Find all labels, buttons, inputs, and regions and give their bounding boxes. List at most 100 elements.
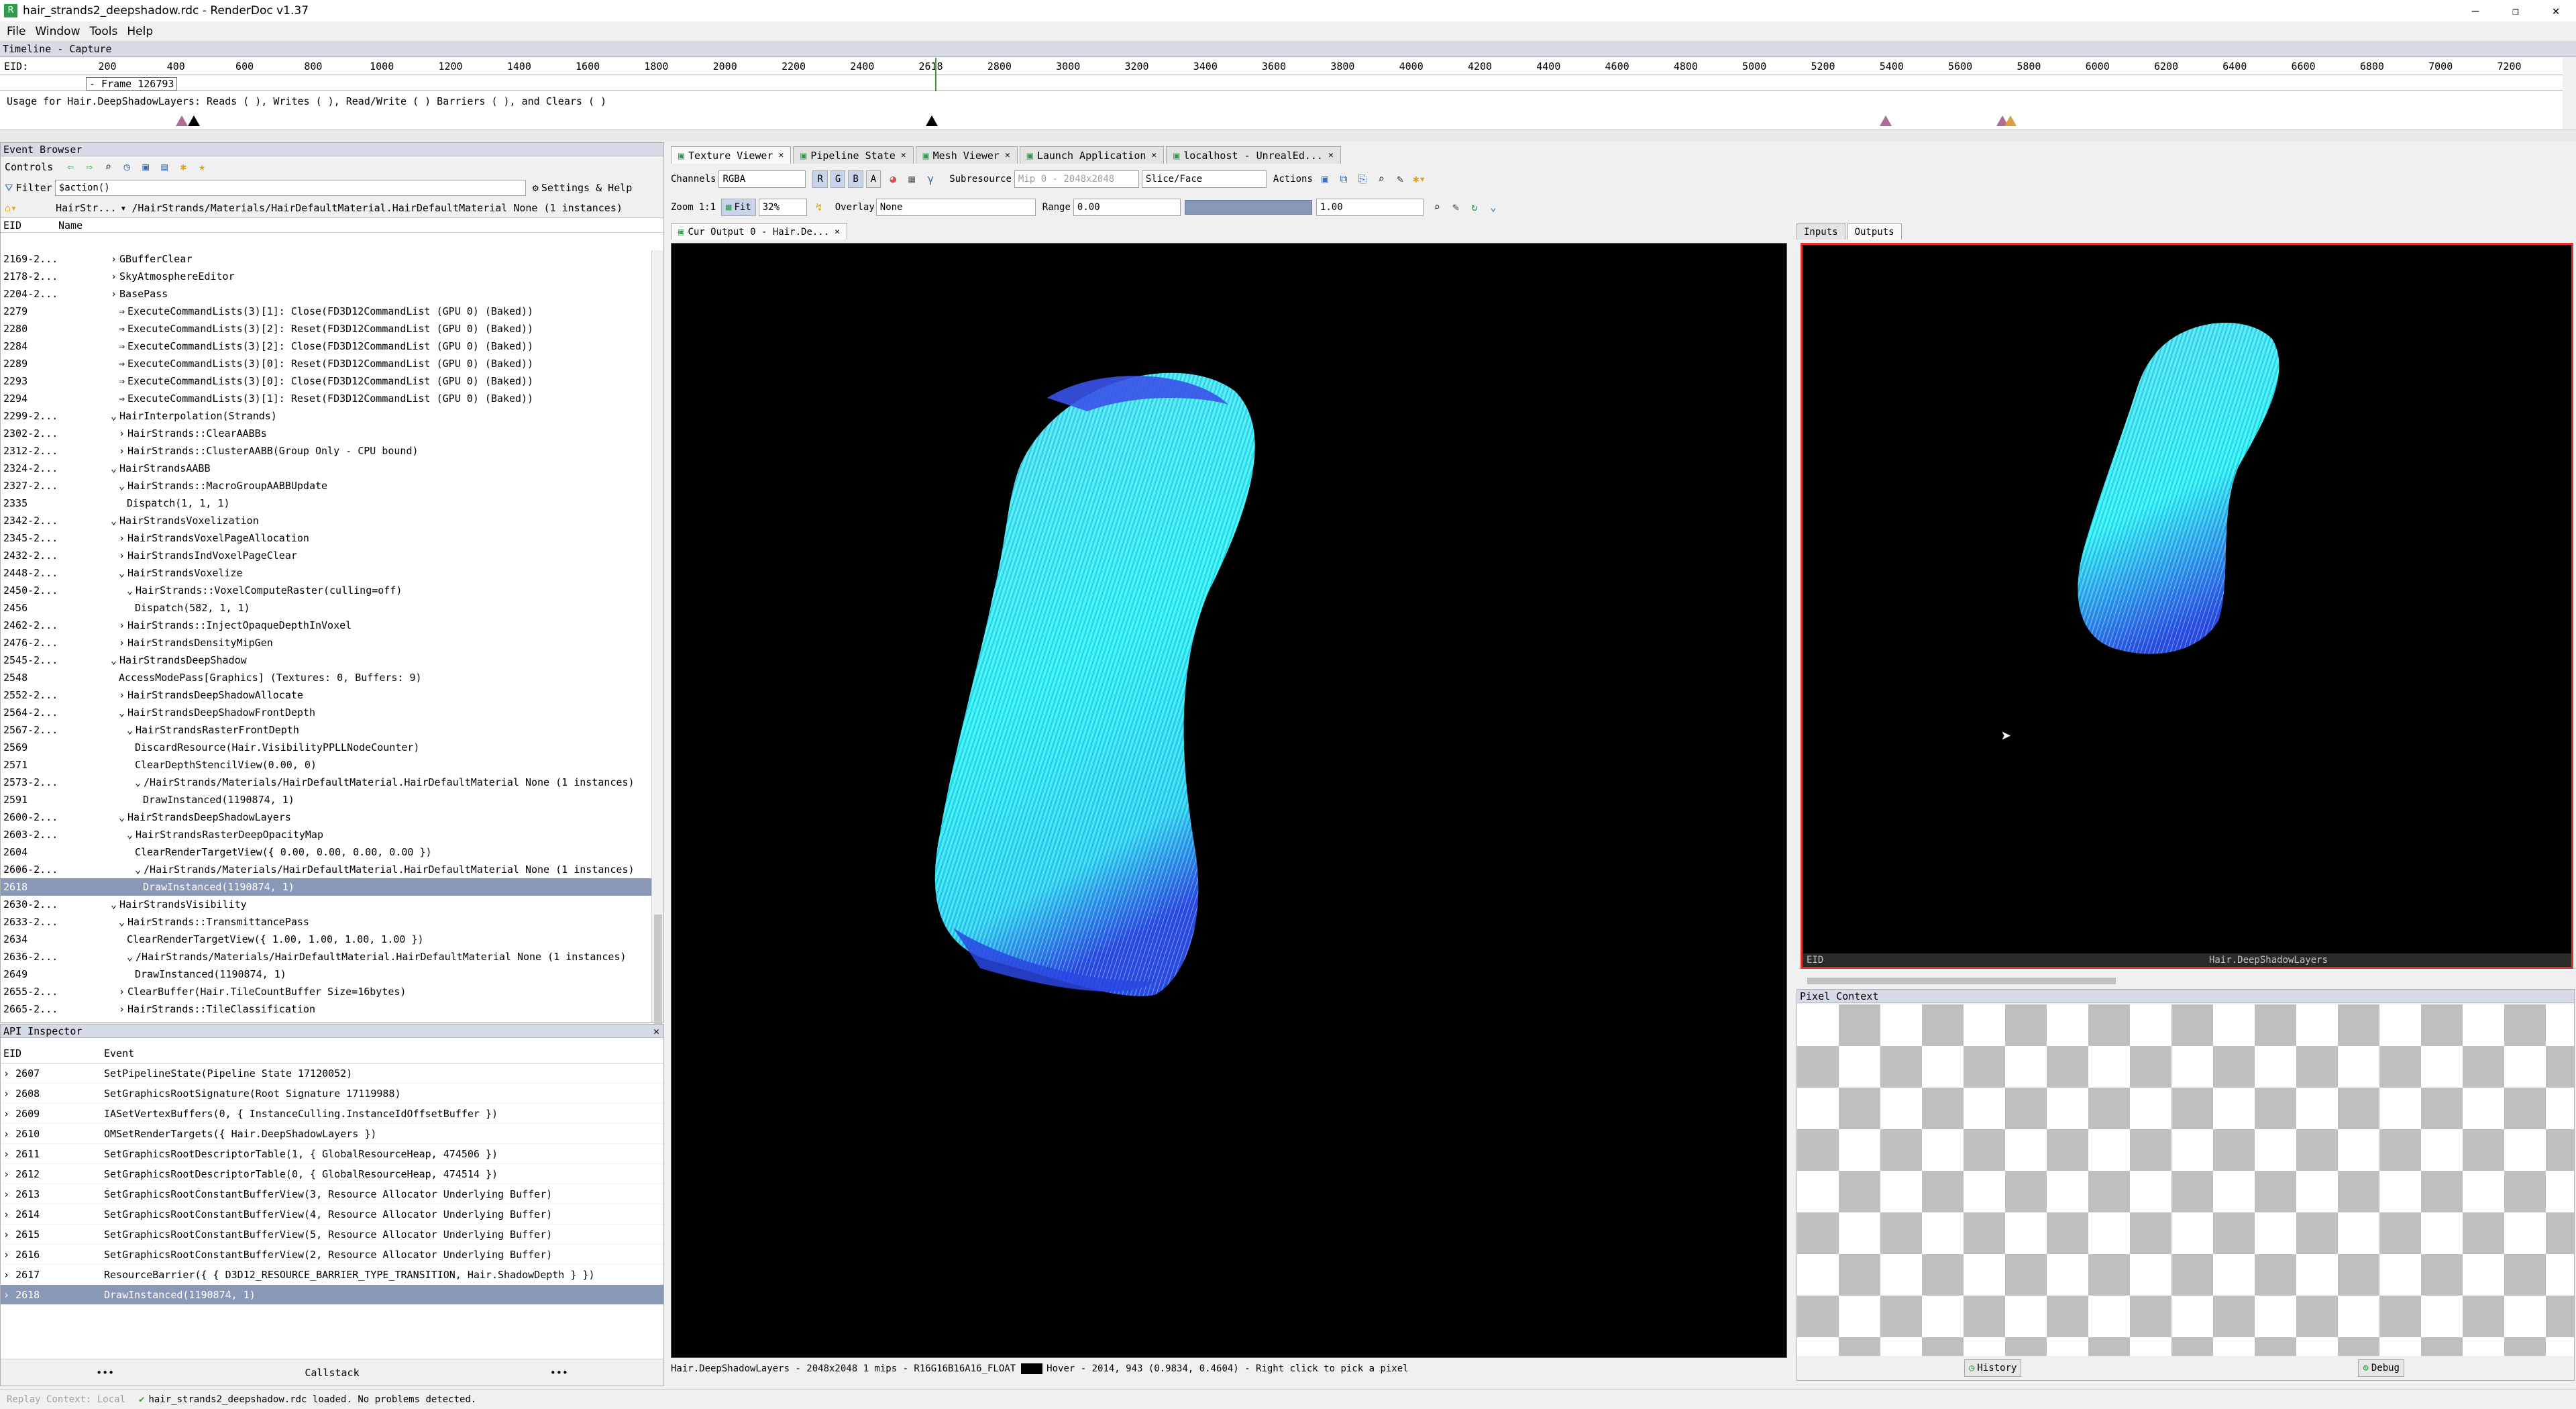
expand-chevron-icon[interactable]: › [3,1208,15,1220]
event-row[interactable]: 2462-2... › HairStrands::InjectOpaqueDepth… [1,617,651,634]
tab-cur-output[interactable]: ▣ Cur Output 0 - Hair.De... ✕ [671,223,847,240]
expand-chevron-icon[interactable]: › [3,1269,15,1281]
find-icon[interactable]: ⌕ [102,161,114,173]
timeline-ruler[interactable]: EID: 200 400 600 800 1000 1200 1400 1600 1800 200… [0,58,2563,75]
event-row[interactable]: 2299-2... ⌄ HairInterpolation(Strands) [1,407,651,425]
event-row[interactable]: 2665-2... › HairStrands::TileClassificatio… [1,1000,651,1018]
range-max-input[interactable]: 1.00 [1316,199,1424,216]
expand-chevron-icon[interactable]: ⌄ [111,410,117,422]
event-row[interactable]: 2634 ClearRenderTargetView({ 1.00, 1.00, … [1,931,651,948]
api-row[interactable]: › 2616 SetGraphicsRootConstantBufferView(… [1,1245,663,1265]
expand-chevron-icon[interactable]: ⌄ [135,776,141,788]
pick-icon[interactable]: ✎ [1394,173,1406,185]
reset-range-icon[interactable]: ↻ [1468,201,1481,213]
range-slider[interactable] [1184,200,1312,215]
export-icon[interactable]: ▤ [158,161,170,173]
event-row[interactable]: 2571 ClearDepthStencilView(0.00, 0) [1,756,651,774]
menu-tools[interactable]: Tools [89,25,117,38]
api-row[interactable]: › 2612 SetGraphicsRootDescriptorTable(0, … [1,1164,663,1184]
expand-chevron-icon[interactable]: › [3,1289,15,1301]
minimize-button[interactable]: – [2455,4,2496,18]
scrollbar-thumb[interactable] [1807,978,2116,984]
tab-pipeline-state[interactable]: ▣ Pipeline State ✕ [793,146,914,164]
gamma-icon[interactable]: γ [924,173,936,185]
view-icon[interactable]: ⌕ [1375,173,1387,185]
channels-select[interactable]: RGBA [718,170,806,188]
color-picker-icon[interactable]: ◕ [887,173,899,185]
tab-launch-application[interactable]: ▣ Launch Application ✕ [1019,146,1165,164]
event-row[interactable]: 2604 ClearRenderTargetView({ 0.00, 0.00, … [1,843,651,861]
checkerboard-icon[interactable]: ▦ [906,173,918,185]
expand-chevron-icon[interactable]: › [3,1249,15,1261]
breadcrumb-current[interactable]: /HairStrands/Materials/HairDefaultMateri… [131,202,623,214]
expand-chevron-icon[interactable]: ⌄ [119,480,125,492]
event-row[interactable]: 2448-2... ⌄ HairStrandsVoxelize [1,564,651,582]
close-icon[interactable]: ✕ [1005,150,1010,160]
settings-gear-icon[interactable]: ✱ [177,161,189,173]
output-thumbnail[interactable]: ➤ EID Hair.DeepShadowLayers [1801,243,2573,969]
event-row[interactable]: 2636-2... ⌄/HairStrands/Materials/HairDef… [1,948,651,966]
expand-chevron-icon[interactable]: ⌄ [111,515,117,527]
api-row[interactable]: › 2615 SetGraphicsRootConstantBufferView(… [1,1224,663,1245]
bookmark-icon[interactable]: ▣ [140,161,152,173]
collapse-left-handle[interactable]: ••• [96,1367,114,1379]
event-row[interactable]: 2552-2... › HairStrandsDeepShadowAllocate [1,686,651,704]
event-row[interactable]: 2649 DrawInstanced(1190874, 1) [1,966,651,983]
expand-chevron-icon[interactable]: ⌄ [119,707,125,719]
event-row[interactable]: 2342-2... ⌄ HairStrandsVoxelization [1,512,651,529]
goto-icon[interactable]: ⎘ [1356,173,1368,185]
expand-chevron-icon[interactable]: ⌄ [119,567,125,579]
event-row[interactable]: 2591 DrawInstanced(1190874, 1) [1,791,651,808]
expand-chevron-icon[interactable]: ⌄ [111,462,117,474]
open-icon[interactable]: ⧉ [1338,173,1350,185]
close-window-button[interactable]: ✕ [2536,4,2576,18]
event-row[interactable]: 2324-2... ⌄ HairStrandsAABB [1,460,651,477]
slice-select[interactable]: Slice/Face [1141,170,1267,188]
arrow-right-icon[interactable]: ⇨ [83,161,95,173]
expand-chevron-icon[interactable]: › [111,270,117,282]
expand-chevron-icon[interactable]: › [3,1067,15,1080]
api-row[interactable]: › 2617 ResourceBarrier({ { D3D12_RESOURCE… [1,1265,663,1285]
timeline-frame-row[interactable]: - Frame 126793 [0,58,2563,91]
event-row[interactable]: 2279 ⇒ ExecuteCommandLists(3)[1]: Close(FD… [1,303,651,320]
event-row[interactable]: 2280 ⇒ ExecuteCommandLists(3)[2]: Reset(FD… [1,320,651,337]
close-icon[interactable]: ✕ [653,1025,659,1038]
col-eid-header[interactable]: EID [1,219,58,231]
event-row[interactable]: 2548 AccessModePass[Graphics] (Textures: … [1,669,651,686]
event-row[interactable]: 2293 ⇒ ExecuteCommandLists(3)[0]: Close(FD… [1,372,651,390]
save-icon[interactable]: ▣ [1319,173,1331,185]
history-button[interactable]: ◷ History [1964,1359,2022,1377]
collapse-right-handle[interactable]: ••• [550,1367,568,1379]
event-row[interactable]: 2655-2... › ClearBuffer(Hair.TileCountBuff… [1,983,651,1000]
texture-viewport[interactable] [671,243,1787,1358]
timeline-icon[interactable]: ◷ [121,161,133,173]
tab-mesh-viewer[interactable]: ▣ Mesh Viewer ✕ [915,146,1018,164]
star-icon[interactable]: ★ [196,161,208,173]
expand-chevron-icon[interactable]: ⌄ [119,811,125,823]
pixel-context-view[interactable] [1797,1004,2574,1356]
event-row[interactable]: 2606-2... ⌄/HairStrands/Materials/HairDef… [1,861,651,878]
expand-chevron-icon[interactable]: ⌄ [127,951,133,963]
expand-chevron-icon[interactable]: ⌄ [127,829,133,841]
event-row[interactable]: 2335 Dispatch(1, 1, 1) [1,494,651,512]
expand-chevron-icon[interactable]: › [111,288,117,300]
breadcrumb-parent[interactable]: HairStr... [56,202,116,214]
expand-chevron-icon[interactable]: › [119,427,125,439]
histogram-icon[interactable]: ⌄ [1487,201,1499,213]
maximize-button[interactable]: ❐ [2496,5,2536,17]
callstack-label[interactable]: Callstack [305,1367,359,1379]
event-row[interactable]: 2567-2... ⌄ HairStrandsRasterFrontDepth [1,721,651,739]
range-min-input[interactable]: 0.00 [1073,199,1181,216]
event-row[interactable]: 2573-2... ⌄/HairStrands/Materials/HairDef… [1,774,651,791]
api-row[interactable]: › 2608 SetGraphicsRootSignature(Root Sign… [1,1084,663,1104]
event-row[interactable]: 2204-2... › BasePass [1,285,651,303]
replay-context-label[interactable]: Replay Context: Local [7,1394,125,1405]
api-row[interactable]: › 2614 SetGraphicsRootConstantBufferView(… [1,1204,663,1224]
event-row[interactable]: 2600-2... ⌄ HairStrandsDeepShadowLayers [1,808,651,826]
event-row[interactable]: 2432-2... › HairStrandsIndVoxelPageClear [1,547,651,564]
event-row[interactable]: 2169-2... › GBufferClear [1,250,651,268]
expand-chevron-icon[interactable]: › [119,445,125,457]
expand-chevron-icon[interactable]: ⌄ [127,724,133,736]
chevron-down-icon[interactable]: ▾ [120,202,126,214]
fit-button[interactable]: ▦ Fit [721,199,756,216]
